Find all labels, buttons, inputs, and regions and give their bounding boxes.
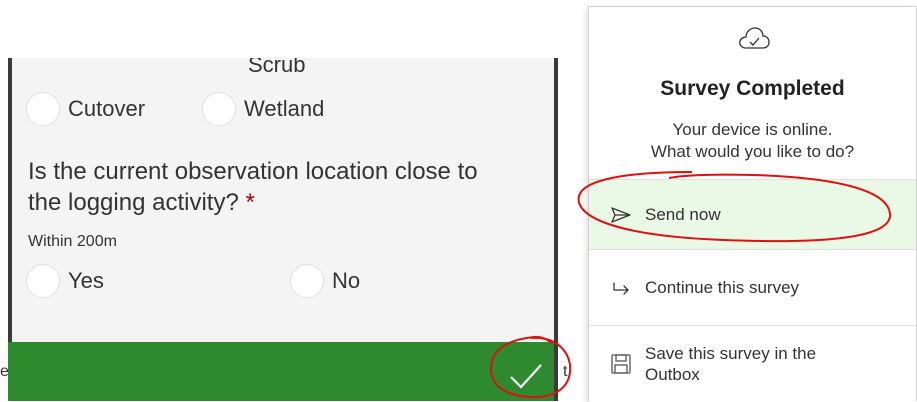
radio-button-yes[interactable] <box>26 264 60 298</box>
question-hint: Within 200m <box>28 233 117 250</box>
save-to-outbox-button[interactable]: Save this survey in the Outbox <box>589 325 916 402</box>
send-now-button[interactable]: Send now <box>589 179 916 249</box>
dialog-title: Survey Completed <box>660 77 845 100</box>
radio-label-wetland: Wetland <box>244 96 325 121</box>
continue-arrow-icon <box>613 281 629 295</box>
radio-button-cutover[interactable] <box>26 92 60 126</box>
radio-button-no[interactable] <box>290 264 324 298</box>
survey-completed-dialog: Survey Completed Your device is online. … <box>588 6 917 402</box>
radio-label-cutover: Cutover <box>68 96 146 121</box>
submit-bar[interactable] <box>8 342 558 401</box>
radio-option-no[interactable]: No <box>290 264 360 298</box>
save-label-line1: Save this survey in the <box>645 344 817 363</box>
right-edge-text-fragment: t <box>563 363 568 380</box>
dialog-message-line2: What would you like to do? <box>650 142 855 161</box>
dialog-message-line1: Your device is online. <box>672 120 833 139</box>
save-icon <box>611 354 631 374</box>
continue-survey-label: Continue this survey <box>645 277 800 297</box>
scrub-option-label: Scrub <box>248 58 306 77</box>
save-to-outbox-label: Save this survey in the Outbox <box>645 343 816 385</box>
left-edge-text-fragment: e <box>0 363 9 380</box>
radio-label-yes: Yes <box>68 268 104 293</box>
save-label-line2: Outbox <box>645 365 700 384</box>
cloud-check-icon <box>739 27 770 49</box>
continue-survey-button[interactable]: Continue this survey <box>589 249 916 325</box>
radio-option-cutover[interactable]: Cutover <box>26 92 145 126</box>
survey-form: Scrub Cutover Wetland Is the current obs… <box>8 58 558 401</box>
question-text: Is the current observation location clos… <box>28 156 508 218</box>
required-marker: * <box>245 189 255 216</box>
radio-label-no: No <box>332 268 361 293</box>
dialog-message: Your device is online. What would you li… <box>589 119 916 163</box>
check-icon[interactable] <box>508 361 544 391</box>
send-now-label: Send now <box>645 204 721 224</box>
radio-option-yes[interactable]: Yes <box>26 264 104 298</box>
radio-option-wetland[interactable]: Wetland <box>202 92 324 126</box>
send-icon <box>611 206 631 223</box>
radio-button-wetland[interactable] <box>202 92 236 126</box>
